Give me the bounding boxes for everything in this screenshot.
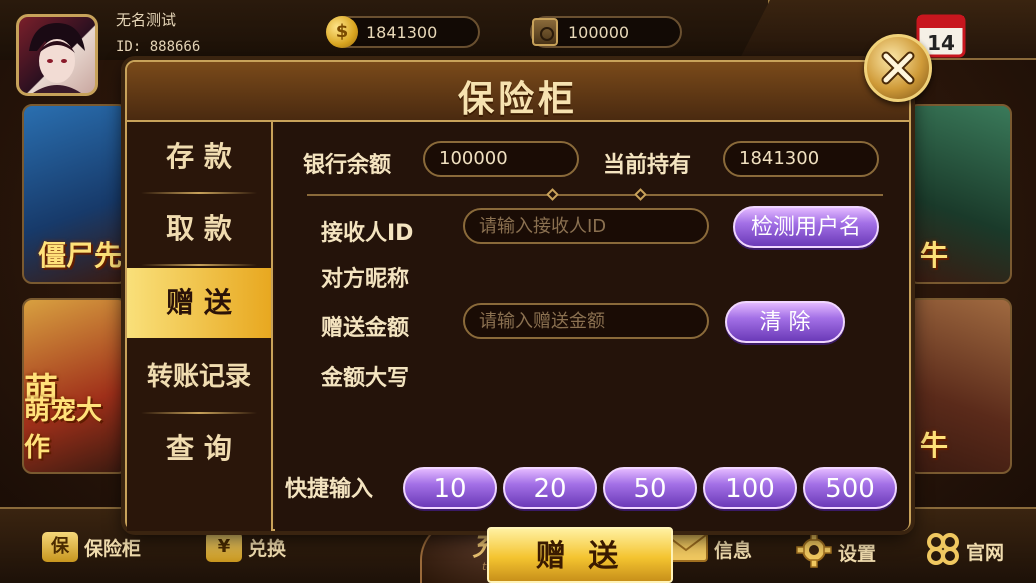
gift-panel: 银行余额 100000 当前持有 1841300 接收人ID 检测用户名 对方昵… — [275, 122, 909, 583]
nav-exchange[interactable]: ¥ 兑换 — [206, 532, 286, 562]
close-icon — [881, 51, 915, 85]
modal-tabs: 存 款 取 款 赠 送 转账记录 查 询 — [127, 122, 273, 531]
nav-settings-label: 设置 — [838, 543, 877, 565]
game-card-label: 萌宠大作 — [24, 396, 103, 463]
game-card-label: 牛 — [920, 429, 949, 462]
username: 无名测试 — [116, 11, 177, 29]
game-card-bull-2[interactable]: 牛 — [908, 298, 1012, 474]
divider-ornament — [546, 188, 559, 201]
nav-exchange-label: 兑换 — [248, 537, 287, 560]
nav-settings[interactable]: 设置 — [796, 532, 876, 573]
tab-divider — [141, 264, 257, 266]
amount-in-words-label: 金额大写 — [321, 366, 410, 391]
bank-balance-pill: 100000 — [530, 16, 682, 48]
nav-messages-label: 信息 — [714, 540, 753, 562]
bank-balance-field: 100000 — [423, 141, 579, 177]
close-button[interactable] — [864, 34, 932, 102]
svg-text:14: 14 — [927, 31, 955, 55]
coin-balance: 1841300 — [366, 23, 438, 42]
game-card-label: 牛 — [920, 239, 949, 272]
safe-modal: 保险柜 存 款 取 款 赠 送 转账记录 查 询 银行余额 100000 当前持… — [125, 60, 911, 583]
quick-amount-50[interactable]: 50 — [603, 467, 697, 509]
nickname-label: 对方昵称 — [321, 267, 410, 292]
user-id: ID: 888666 — [116, 39, 201, 55]
current-hold-label: 当前持有 — [603, 153, 692, 178]
tab-transfer-records[interactable]: 转账记录 — [127, 342, 271, 412]
quick-input-label: 快捷输入 — [285, 477, 374, 502]
nav-safe-label: 保险柜 — [84, 537, 142, 560]
safe-box-icon: 保 — [42, 532, 78, 562]
submit-gift-button[interactable]: 赠 送 — [487, 527, 673, 583]
recipient-id-input[interactable] — [479, 210, 707, 242]
coin-icon: $ — [326, 16, 358, 48]
nav-safe[interactable]: 保 保险柜 — [42, 532, 141, 562]
clear-button[interactable]: 清 除 — [725, 301, 845, 343]
section-divider — [307, 194, 883, 196]
quick-amount-20[interactable]: 20 — [503, 467, 597, 509]
nav-website[interactable]: 官网 — [926, 532, 1004, 571]
current-hold-field: 1841300 — [723, 141, 879, 177]
gift-amount-field[interactable] — [463, 303, 709, 339]
nav-messages[interactable]: 信息 — [664, 532, 752, 567]
website-icon — [926, 532, 960, 571]
game-card-bull-1[interactable]: 牛 — [908, 104, 1012, 284]
recipient-id-field[interactable] — [463, 208, 709, 244]
avatar[interactable] — [16, 14, 98, 96]
modal-title: 保险柜 — [457, 79, 578, 120]
divider-ornament — [634, 188, 647, 201]
gift-amount-input[interactable] — [479, 305, 707, 337]
game-card-label: 僵尸先 — [38, 239, 123, 272]
nav-website-label: 官网 — [966, 542, 1005, 564]
modal-header: 保险柜 — [127, 62, 909, 122]
bank-balance-label: 银行余额 — [303, 153, 392, 178]
safe-icon — [532, 18, 558, 46]
quick-amount-10[interactable]: 10 — [403, 467, 497, 509]
game-card-zombie[interactable]: 僵尸先 — [22, 104, 128, 284]
quick-amount-500[interactable]: 500 — [803, 467, 897, 509]
check-username-button[interactable]: 检测用户名 — [733, 206, 879, 248]
bank-balance: 100000 — [568, 23, 630, 42]
gift-amount-label: 赠送金额 — [321, 316, 410, 341]
recipient-id-label: 接收人ID — [321, 221, 414, 246]
coin-balance-pill: $ 1841300 — [326, 16, 480, 48]
game-card-pets[interactable]: 萌 萌宠大作 — [22, 298, 128, 474]
tab-query[interactable]: 查 询 — [127, 414, 271, 484]
tab-withdraw[interactable]: 取 款 — [127, 194, 271, 264]
quick-amount-100[interactable]: 100 — [703, 467, 797, 509]
gear-icon — [796, 532, 832, 573]
tab-deposit[interactable]: 存 款 — [127, 122, 271, 192]
tab-gift[interactable]: 赠 送 — [127, 268, 271, 338]
exchange-icon: ¥ — [206, 532, 242, 562]
